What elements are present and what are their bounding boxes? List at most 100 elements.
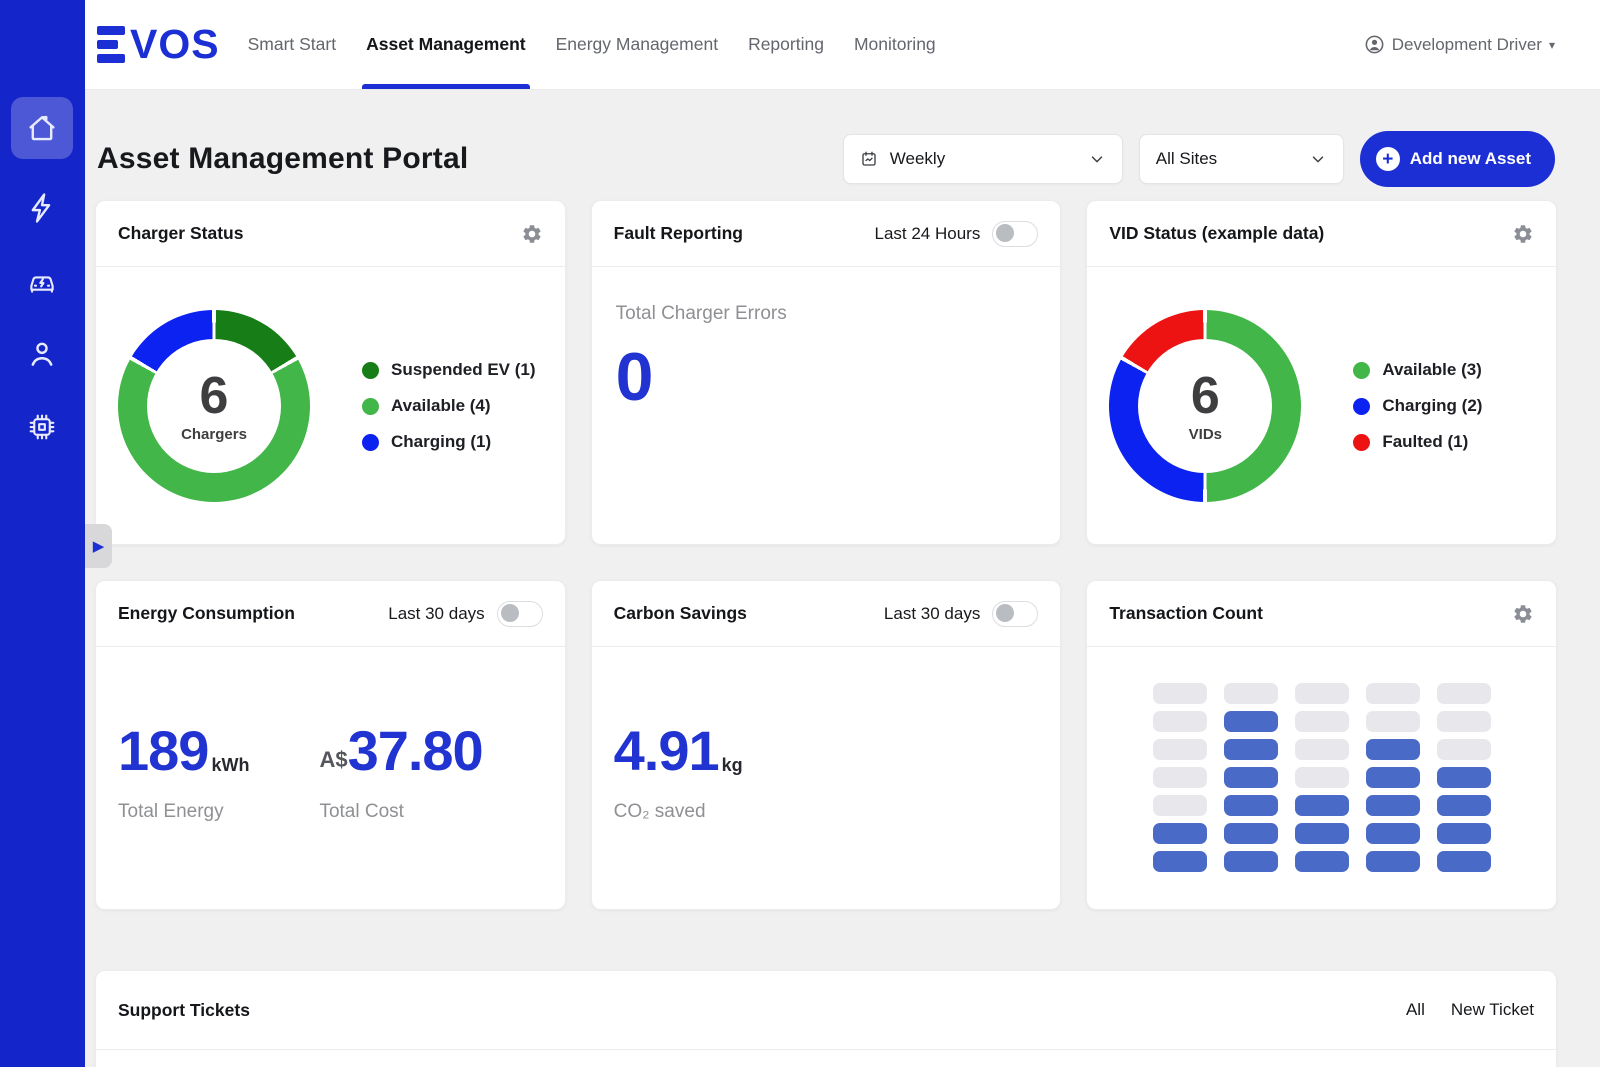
home-icon — [25, 111, 59, 145]
sidebar-item-energy[interactable] — [11, 177, 73, 239]
vid-status-donut-chart: 6 VIDs — [1109, 310, 1301, 502]
transaction-pill — [1437, 711, 1491, 732]
metric-value: 0 — [616, 343, 1037, 411]
card-title: Charger Status — [118, 223, 243, 244]
metric-label: Total Charger Errors — [616, 303, 1037, 325]
card-title: Energy Consumption — [118, 603, 295, 624]
donut-center-value: 6 — [200, 370, 229, 422]
transaction-pill — [1295, 767, 1349, 788]
transaction-pill — [1366, 711, 1420, 732]
evos-logo[interactable]: VOS — [97, 24, 220, 65]
account-icon — [1364, 34, 1385, 55]
account-menu[interactable]: Development Driver ▾ — [1364, 34, 1555, 55]
site-select-value: All Sites — [1156, 149, 1217, 169]
transaction-pill — [1437, 823, 1491, 844]
site-select[interactable]: All Sites — [1139, 134, 1344, 184]
transaction-pill — [1153, 683, 1207, 704]
metric-label: Total Energy — [118, 801, 249, 823]
transaction-pill — [1224, 739, 1278, 760]
transaction-pill — [1153, 823, 1207, 844]
transaction-count-chart — [1087, 683, 1556, 872]
legend-dot — [1353, 398, 1370, 415]
nav-monitoring[interactable]: Monitoring — [854, 0, 936, 89]
new-ticket-link[interactable]: New Ticket — [1451, 1000, 1534, 1020]
top-navigation: VOS Smart Start Asset Management Energy … — [85, 0, 1600, 90]
transaction-pill — [1437, 683, 1491, 704]
add-new-asset-button[interactable]: + Add new Asset — [1360, 131, 1555, 187]
metric-label: Total Cost — [319, 801, 485, 823]
sidebar-expand-button[interactable]: ▶ — [85, 524, 112, 568]
transaction-pill — [1295, 851, 1349, 872]
fault-reporting-card: Fault Reporting Last 24 Hours Total Char… — [591, 200, 1062, 545]
legend-dot — [362, 398, 379, 415]
transaction-pill — [1437, 767, 1491, 788]
page-content: Asset Management Portal Weekly All Sites… — [85, 90, 1600, 1067]
transaction-pill — [1437, 851, 1491, 872]
transaction-pill — [1295, 711, 1349, 732]
chevron-right-icon: ▶ — [93, 539, 105, 554]
card-title: Transaction Count — [1109, 603, 1263, 624]
transaction-pill — [1366, 851, 1420, 872]
add-new-asset-label: Add new Asset — [1410, 149, 1531, 169]
donut-center-value: 6 — [1191, 370, 1220, 422]
page-title: Asset Management Portal — [97, 142, 468, 176]
transaction-pill — [1153, 851, 1207, 872]
plus-icon: + — [1376, 147, 1400, 171]
legend-item: Faulted (1) — [1353, 432, 1482, 452]
support-all-link[interactable]: All — [1406, 1000, 1425, 1020]
nav-reporting[interactable]: Reporting — [748, 0, 824, 89]
metric-unit: kg — [722, 756, 743, 779]
metric-value: 4.91 — [614, 723, 719, 779]
transaction-pill — [1295, 683, 1349, 704]
settings-icon[interactable] — [1512, 603, 1534, 625]
page-controls: Weekly All Sites + Add new Asset — [843, 131, 1555, 187]
settings-icon[interactable] — [1512, 223, 1534, 245]
transaction-pill — [1153, 795, 1207, 816]
ev-car-icon — [25, 264, 59, 298]
last-30-days-toggle[interactable] — [497, 601, 543, 627]
total-cost-metric: A$37.80 Total Cost — [319, 723, 485, 823]
chart-legend: Suspended EV (1) Available (4) Charging … — [362, 360, 536, 452]
last-30-days-toggle[interactable] — [992, 601, 1038, 627]
sidebar-item-home[interactable] — [11, 97, 73, 159]
period-select-value: Weekly — [890, 149, 945, 169]
metric-unit: kWh — [211, 756, 249, 779]
transaction-pill — [1366, 795, 1420, 816]
legend-label: Suspended EV (1) — [391, 360, 536, 380]
toggle-label: Last 30 days — [388, 604, 484, 624]
sidebar-item-devices[interactable] — [11, 396, 73, 458]
chart-legend: Available (3) Charging (2) Faulted (1) — [1353, 360, 1482, 452]
period-select[interactable]: Weekly — [843, 134, 1123, 184]
evos-logo-text: VOS — [130, 24, 220, 65]
transaction-pill — [1366, 823, 1420, 844]
transaction-pill — [1153, 739, 1207, 760]
charger-status-card: Charger Status 6 Chargers Suspended EV (… — [95, 200, 566, 545]
card-title: VID Status (example data) — [1109, 223, 1324, 244]
card-title: Fault Reporting — [614, 223, 743, 244]
dashboard-grid: Charger Status 6 Chargers Suspended EV (… — [95, 200, 1557, 910]
donut-center-label: VIDs — [1189, 426, 1222, 443]
calendar-icon — [860, 150, 878, 168]
transaction-pill — [1295, 823, 1349, 844]
nav-asset-management[interactable]: Asset Management — [366, 0, 526, 89]
last-24-hours-toggle[interactable] — [992, 221, 1038, 247]
sidebar-item-users[interactable] — [11, 323, 73, 385]
transaction-pill — [1224, 767, 1278, 788]
energy-consumption-card: Energy Consumption Last 30 days 189kWh T… — [95, 580, 566, 910]
vid-status-card: VID Status (example data) 6 VIDs Availab… — [1086, 200, 1557, 545]
legend-label: Available (4) — [391, 396, 491, 416]
settings-icon[interactable] — [521, 223, 543, 245]
nav-energy-management[interactable]: Energy Management — [556, 0, 718, 89]
carbon-savings-card: Carbon Savings Last 30 days 4.91kg CO₂ s… — [591, 580, 1062, 910]
donut-center-label: Chargers — [181, 426, 247, 443]
caret-down-icon: ▾ — [1549, 38, 1555, 52]
nav-smart-start[interactable]: Smart Start — [248, 0, 337, 89]
legend-dot — [362, 434, 379, 451]
sidebar — [0, 0, 85, 1067]
transaction-pill — [1437, 795, 1491, 816]
legend-dot — [1353, 362, 1370, 379]
sidebar-item-ev-charging[interactable] — [11, 250, 73, 312]
account-label: Development Driver — [1392, 35, 1542, 55]
card-title: Carbon Savings — [614, 603, 747, 624]
page-header: Asset Management Portal Weekly All Sites… — [85, 90, 1600, 200]
